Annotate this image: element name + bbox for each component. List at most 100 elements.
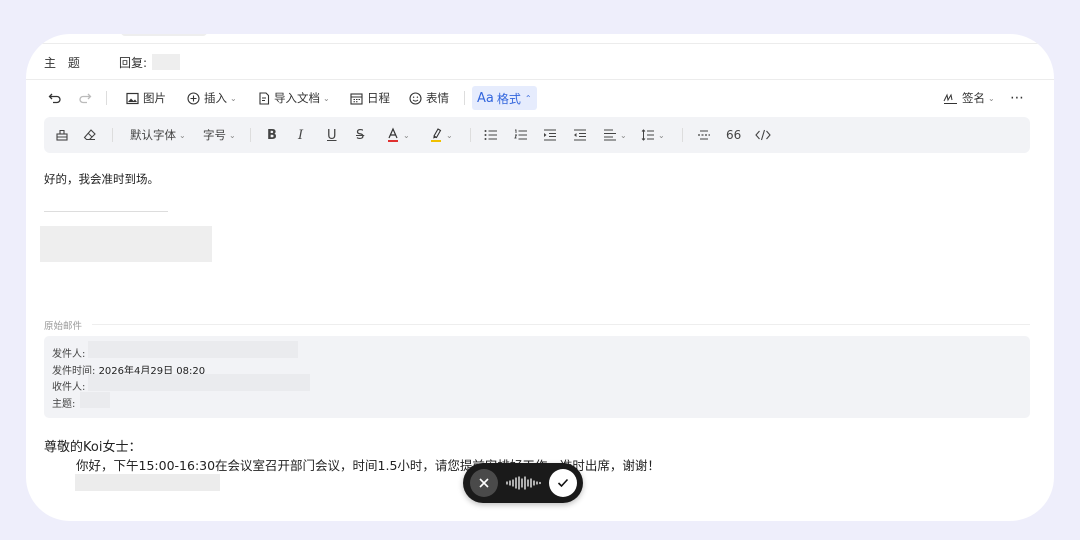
divider xyxy=(26,43,1054,44)
font-color-button[interactable]: ⌄ xyxy=(386,117,410,153)
clear-format-button[interactable] xyxy=(83,117,97,153)
plus-circle-icon xyxy=(187,91,200,105)
bullet-list-button[interactable] xyxy=(484,117,498,153)
signature-label: 签名 xyxy=(962,91,985,105)
subject-label: 主 题 xyxy=(44,56,84,70)
format-toolbar: 默认字体 ⌄ 字号 ⌄ B I U S ⌄ ⌄ ⌄ ⌄ 66 xyxy=(44,117,1030,153)
emoji-button[interactable]: 表情 xyxy=(409,88,449,108)
from-value-redacted xyxy=(88,341,298,358)
code-icon xyxy=(755,129,771,141)
outdent-button[interactable] xyxy=(573,117,587,153)
font-color-icon xyxy=(388,127,398,142)
separator xyxy=(250,128,251,142)
smile-icon xyxy=(409,91,422,105)
schedule-button[interactable]: 日程 xyxy=(350,88,390,108)
signature-button[interactable]: 签名 ⌄ xyxy=(943,88,995,108)
chevron-down-icon: ⌄ xyxy=(446,130,453,140)
line-height-button[interactable]: ⌄ xyxy=(641,117,665,153)
chevron-up-icon: ⌃ xyxy=(524,93,532,103)
document-icon xyxy=(259,91,270,105)
voice-confirm-button[interactable] xyxy=(549,469,577,497)
subject-input-prefix[interactable]: 回复: xyxy=(119,54,147,71)
separator xyxy=(112,128,113,142)
chevron-down-icon: ⌄ xyxy=(230,93,237,103)
eraser-icon xyxy=(83,129,96,141)
chevron-down-icon: ⌄ xyxy=(403,130,410,140)
bullet-list-icon xyxy=(484,130,497,140)
align-button[interactable]: ⌄ xyxy=(603,117,627,153)
code-button[interactable] xyxy=(755,117,771,153)
strikethrough-button[interactable]: S xyxy=(356,117,364,153)
to-row: 收件人: xyxy=(52,378,85,393)
import-doc-label: 导入文档 xyxy=(274,91,320,105)
chevron-down-icon: ⌄ xyxy=(229,130,236,140)
undo-icon xyxy=(48,93,61,104)
chevron-down-icon: ⌄ xyxy=(658,130,665,140)
italic-button[interactable]: I xyxy=(298,117,303,153)
separator xyxy=(682,128,683,142)
divider-icon xyxy=(698,130,710,140)
format-button[interactable]: Aa 格式 ⌃ xyxy=(472,86,537,110)
quote-button[interactable]: 66 xyxy=(726,117,741,153)
indent-button[interactable] xyxy=(543,117,557,153)
reply-body-text[interactable]: 好的，我会准时到场。 xyxy=(44,171,159,187)
image-button[interactable]: 图片 xyxy=(126,88,166,108)
voice-cancel-button[interactable] xyxy=(470,469,498,497)
subject-value-redacted[interactable] xyxy=(152,54,180,70)
original-signature-redacted xyxy=(75,474,220,491)
more-button[interactable]: ⋯ xyxy=(1010,88,1025,108)
size-select-value: 字号 xyxy=(203,128,226,142)
numbered-list-icon xyxy=(514,129,527,140)
strikethrough-icon: S xyxy=(356,127,365,143)
original-greeting: 尊敬的Koi女士： xyxy=(44,440,142,455)
original-mail-label: 原始邮件 xyxy=(44,321,83,332)
more-icon: ⋯ xyxy=(1010,90,1025,106)
check-icon xyxy=(557,478,569,488)
import-doc-button[interactable]: 导入文档 ⌄ xyxy=(258,88,330,108)
format-label: 格式 xyxy=(496,91,521,106)
redo-icon xyxy=(79,93,92,104)
divider xyxy=(26,79,1054,80)
underline-button[interactable]: U xyxy=(327,117,337,153)
close-icon xyxy=(479,478,489,488)
underline-icon: U xyxy=(327,127,337,143)
subject-row: 主题: xyxy=(52,395,75,410)
chevron-down-icon: ⌄ xyxy=(988,93,995,103)
calendar-icon xyxy=(350,92,363,105)
format-painter-button[interactable] xyxy=(55,117,69,153)
schedule-label: 日程 xyxy=(367,91,390,105)
orig-subject-redacted xyxy=(80,392,110,408)
redo-button[interactable] xyxy=(78,88,92,108)
separator xyxy=(106,91,107,105)
indent-icon xyxy=(544,129,556,141)
numbered-list-button[interactable] xyxy=(514,117,528,153)
from-label: 发件人: xyxy=(52,349,86,360)
main-toolbar: 图片 插入 ⌄ 导入文档 ⌄ 日程 表情 Aa 格式 ⌃ 签名 ⌄ ⋯ xyxy=(44,86,1034,110)
from-row: 发件人: xyxy=(52,345,85,360)
size-select[interactable]: 字号 ⌄ xyxy=(203,117,236,153)
undo-button[interactable] xyxy=(48,88,62,108)
bold-icon: B xyxy=(267,127,277,143)
original-mail-divider xyxy=(92,324,1030,325)
bold-button[interactable]: B xyxy=(267,117,277,153)
insert-label: 插入 xyxy=(204,91,227,105)
to-value-redacted xyxy=(88,374,310,391)
signature-divider xyxy=(44,211,168,212)
waveform-icon xyxy=(506,476,541,490)
format-prefix: Aa xyxy=(477,90,494,106)
font-select[interactable]: 默认字体 ⌄ xyxy=(130,117,186,153)
align-icon xyxy=(604,129,616,141)
separator xyxy=(464,91,465,105)
header-stub xyxy=(121,34,207,36)
divider-button[interactable] xyxy=(697,117,711,153)
image-icon xyxy=(126,92,139,104)
line-height-icon xyxy=(641,129,654,141)
original-mail-header: 发件人: 发件时间: 2026年4月29日 08:20 收件人: 主题: xyxy=(44,336,1030,418)
signature-redacted xyxy=(40,226,212,262)
highlight-button[interactable]: ⌄ xyxy=(429,117,453,153)
outdent-icon xyxy=(574,129,586,141)
email-compose-card: 主 题 回复: 图片 插入 ⌄ 导入文档 ⌄ 日程 表情 Aa 格式 ⌃ 签名 … xyxy=(26,34,1054,521)
insert-button[interactable]: 插入 ⌄ xyxy=(187,88,237,108)
image-label: 图片 xyxy=(143,91,166,105)
chevron-down-icon: ⌄ xyxy=(620,130,627,140)
